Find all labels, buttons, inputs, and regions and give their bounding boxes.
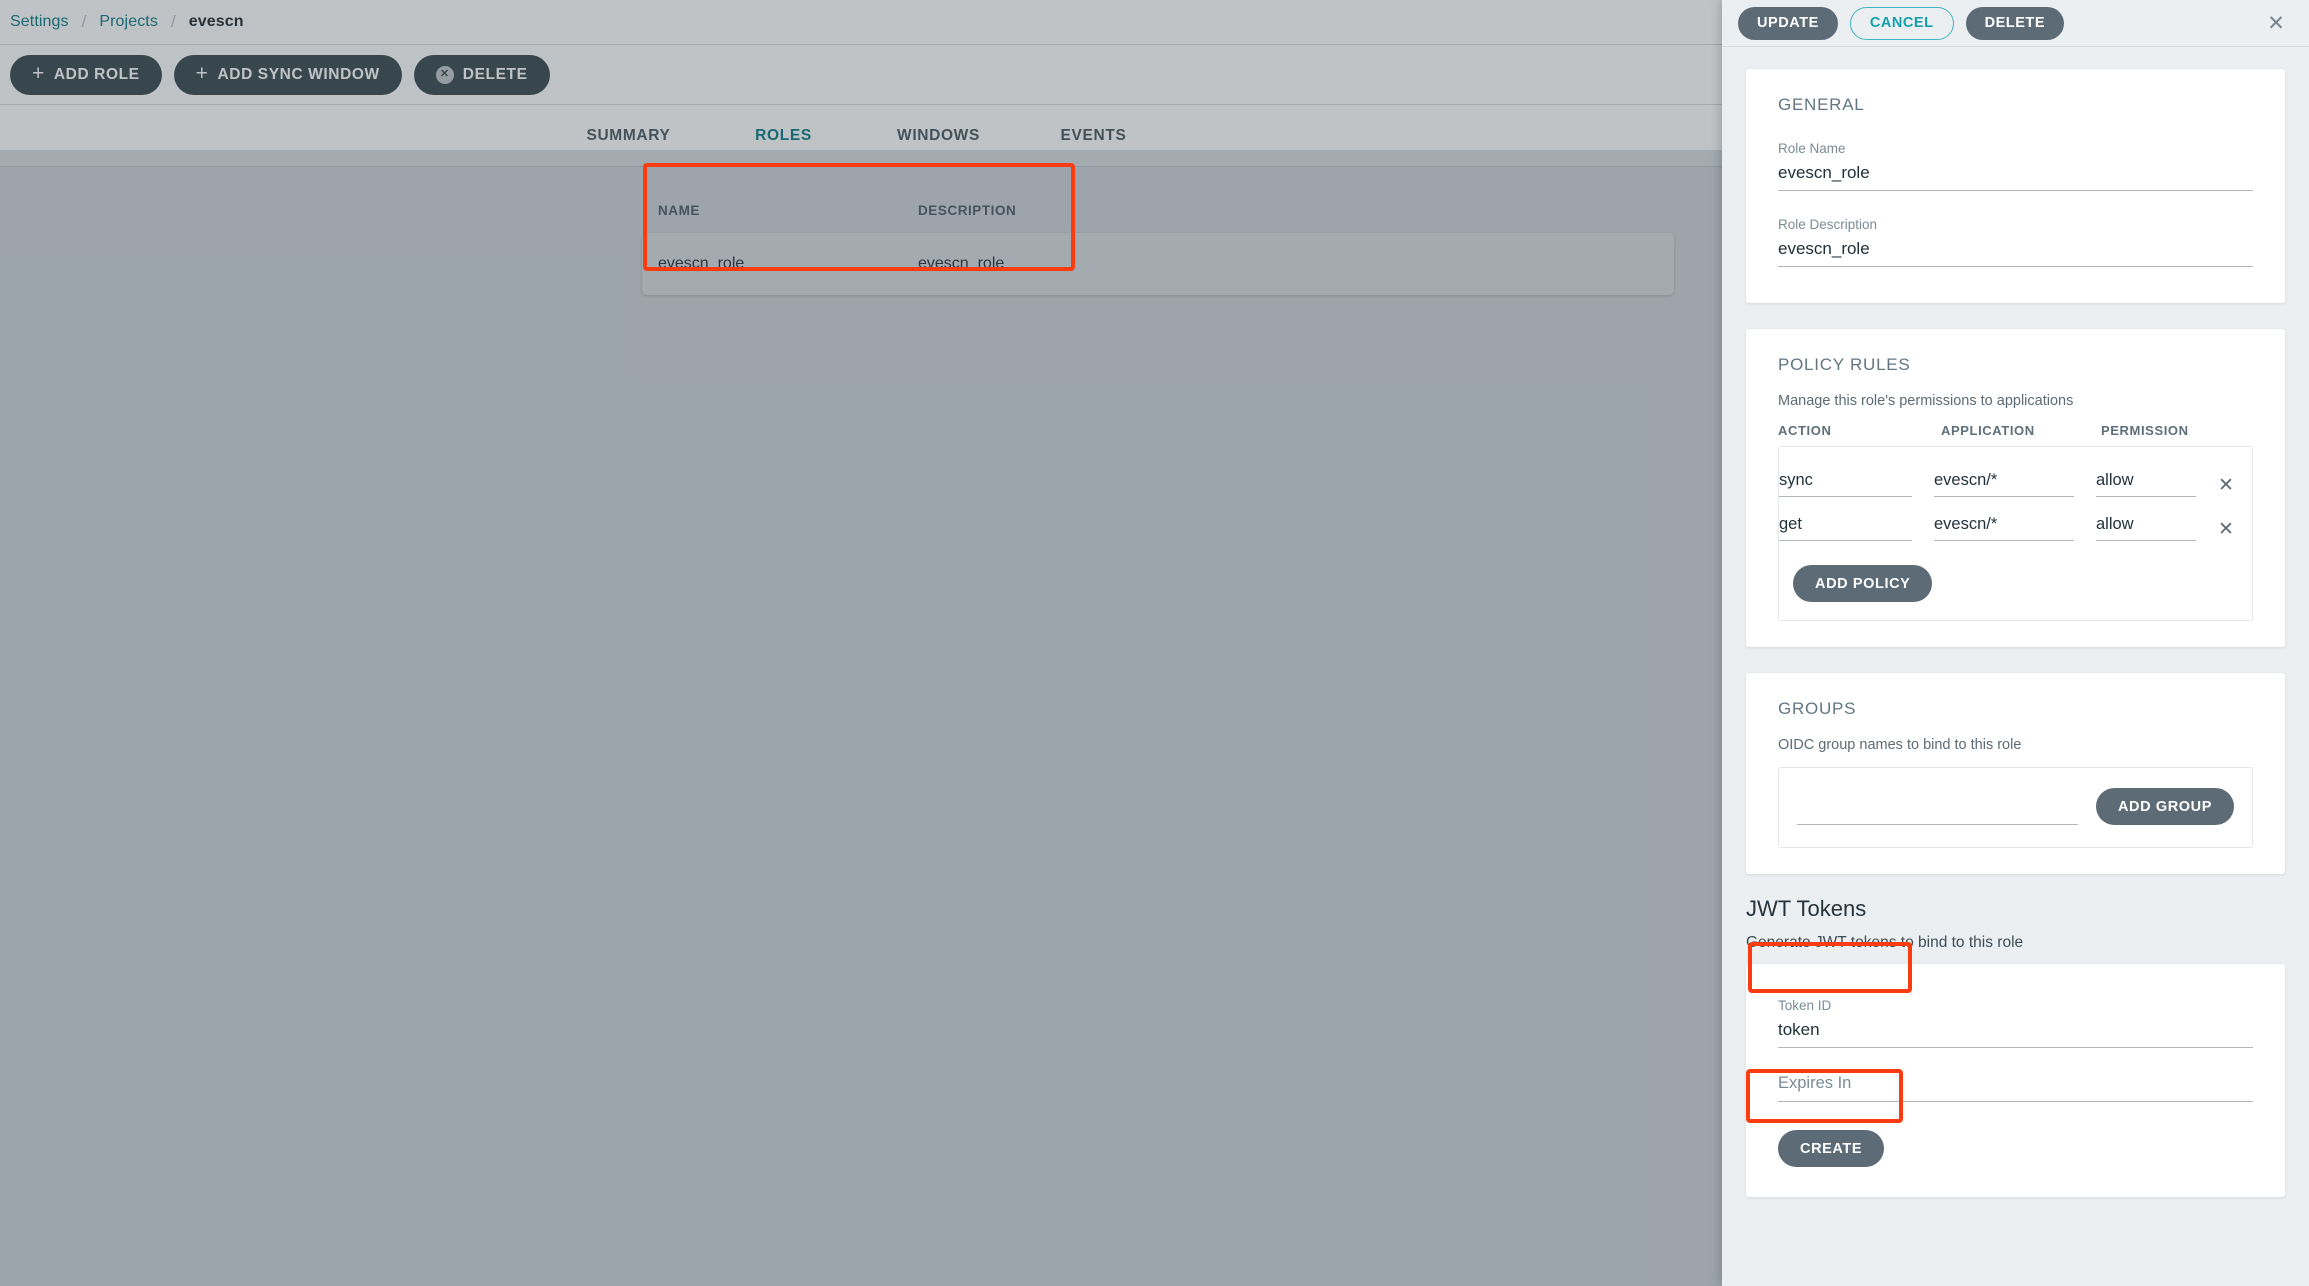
remove-policy-icon[interactable]: ✕ <box>2218 520 2234 541</box>
expires-in-field[interactable]: Expires In <box>1778 1074 2253 1102</box>
groups-input-container: ADD GROUP <box>1778 767 2253 848</box>
role-description-input[interactable]: evescn_role <box>1778 239 2253 267</box>
remove-policy-icon[interactable]: ✕ <box>2218 476 2234 497</box>
close-icon[interactable]: ✕ <box>2263 10 2289 36</box>
tab-summary[interactable]: SUMMARY <box>551 105 706 166</box>
plus-icon: + <box>32 62 45 85</box>
policy-rules-card: POLICY RULES Manage this role's permissi… <box>1746 329 2285 647</box>
app-background: Settings / Projects / evescn + ADD ROLE … <box>0 0 1722 1286</box>
role-description-field[interactable]: Role Description evescn_role <box>1778 217 2253 267</box>
jwt-tokens-subtitle: Generate JWT tokens to bind to this role <box>1746 934 2024 951</box>
breadcrumb-current: evescn <box>188 13 244 30</box>
role-name-field[interactable]: Role Name evescn_role <box>1778 141 2253 191</box>
delete-label: DELETE <box>462 65 528 83</box>
plus-icon: + <box>195 62 209 85</box>
tab-bar: SUMMARY ROLES WINDOWS EVENTS <box>0 105 1722 167</box>
jwt-tokens-card: Token ID token Expires In CREATE <box>1746 964 2285 1197</box>
add-policy-button[interactable]: ADD POLICY <box>1793 565 1933 602</box>
policy-application-input[interactable]: evescn/* <box>1934 471 2074 497</box>
cell-role-description: evescn_role <box>918 255 1005 272</box>
add-role-button[interactable]: + ADD ROLE <box>10 54 162 95</box>
add-group-button[interactable]: ADD GROUP <box>2095 788 2234 825</box>
role-name-label: Role Name <box>1778 141 1846 156</box>
cell-role-name: evescn_role <box>658 255 745 272</box>
circle-close-icon: ✕ <box>435 65 454 84</box>
tab-windows[interactable]: WINDOWS <box>861 105 1016 166</box>
column-header-application: APPLICATION <box>1941 423 2035 438</box>
policy-row: get evescn/* allow ✕ <box>1779 515 2252 541</box>
token-id-field[interactable]: Token ID token <box>1778 998 2253 1048</box>
add-role-label: ADD ROLE <box>53 65 140 83</box>
content-area: NAME DESCRIPTION evescn_role evescn_role <box>0 167 1722 1286</box>
role-name-input[interactable]: evescn_role <box>1778 163 2253 191</box>
action-toolbar: + ADD ROLE + ADD SYNC WINDOW ✕ DELETE <box>0 45 1722 105</box>
expires-in-input[interactable]: Expires In <box>1778 1074 2253 1102</box>
breadcrumb-separator: / <box>170 12 176 31</box>
add-sync-window-label: ADD SYNC WINDOW <box>217 65 380 83</box>
tab-events[interactable]: EVENTS <box>1016 105 1171 166</box>
tab-roles[interactable]: ROLES <box>706 105 861 166</box>
column-header-name: NAME <box>658 202 700 218</box>
breadcrumb: Settings / Projects / evescn <box>0 0 1722 45</box>
token-id-input[interactable]: token <box>1778 1020 2253 1048</box>
jwt-tokens-heading: JWT Tokens <box>1746 896 1867 921</box>
breadcrumb-item-projects[interactable]: Projects <box>99 13 158 31</box>
group-name-input[interactable] <box>1797 799 2078 825</box>
panel-body: GENERAL Role Name evescn_role Role Descr… <box>1722 47 2309 1286</box>
panel-header: UPDATE CANCEL DELETE ✕ <box>1722 0 2309 47</box>
create-token-button[interactable]: CREATE <box>1778 1130 1885 1167</box>
update-button[interactable]: UPDATE <box>1738 6 1838 40</box>
column-header-description: DESCRIPTION <box>918 202 1017 218</box>
groups-section-title: GROUPS <box>1778 699 1857 718</box>
roles-table: NAME DESCRIPTION evescn_role evescn_role <box>642 187 1684 295</box>
policy-permission-input[interactable]: allow <box>2096 515 2196 541</box>
general-section-title: GENERAL <box>1778 95 1865 114</box>
breadcrumb-separator: / <box>81 12 87 31</box>
policy-permission-input[interactable]: allow <box>2096 471 2196 497</box>
role-description-label: Role Description <box>1778 217 1878 232</box>
policy-column-headers: ACTION APPLICATION PERMISSION <box>1778 423 2253 438</box>
roles-table-wrapper: NAME DESCRIPTION evescn_role evescn_role <box>642 187 1684 295</box>
role-details-panel: UPDATE CANCEL DELETE ✕ GENERAL Role Name… <box>1722 0 2309 1286</box>
add-sync-window-button[interactable]: + ADD SYNC WINDOW <box>173 54 402 95</box>
groups-card: GROUPS OIDC group names to bind to this … <box>1746 673 2285 874</box>
general-card: GENERAL Role Name evescn_role Role Descr… <box>1746 69 2285 303</box>
groups-subtitle: OIDC group names to bind to this role <box>1778 737 2022 753</box>
policy-action-input[interactable]: sync <box>1779 471 1912 497</box>
table-row[interactable]: evescn_role evescn_role <box>642 233 1674 295</box>
policy-row: sync evescn/* allow ✕ <box>1779 471 2252 497</box>
policy-rules-section-title: POLICY RULES <box>1778 355 1911 374</box>
token-id-label: Token ID <box>1778 998 1832 1013</box>
cancel-button[interactable]: CANCEL <box>1849 6 1954 40</box>
delete-button[interactable]: DELETE <box>1965 6 2065 40</box>
policy-action-input[interactable]: get <box>1779 515 1912 541</box>
table-header-row: NAME DESCRIPTION <box>642 187 1684 233</box>
column-header-permission: PERMISSION <box>2101 423 2189 438</box>
policy-rules-subtitle: Manage this role's permissions to applic… <box>1778 393 2074 409</box>
policy-application-input[interactable]: evescn/* <box>1934 515 2074 541</box>
column-header-action: ACTION <box>1778 423 1832 438</box>
delete-project-button[interactable]: ✕ DELETE <box>413 54 550 95</box>
policy-rows-container: sync evescn/* allow ✕ get evescn/* allow… <box>1778 446 2253 621</box>
breadcrumb-item-settings[interactable]: Settings <box>10 13 69 31</box>
